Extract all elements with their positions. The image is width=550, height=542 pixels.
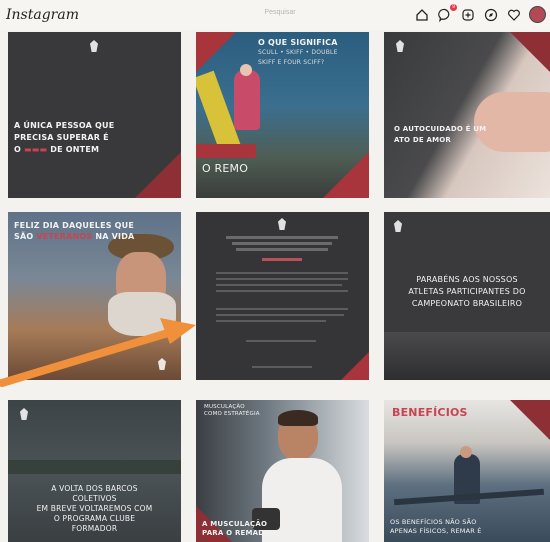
annotation-arrow-icon: [0, 318, 196, 387]
